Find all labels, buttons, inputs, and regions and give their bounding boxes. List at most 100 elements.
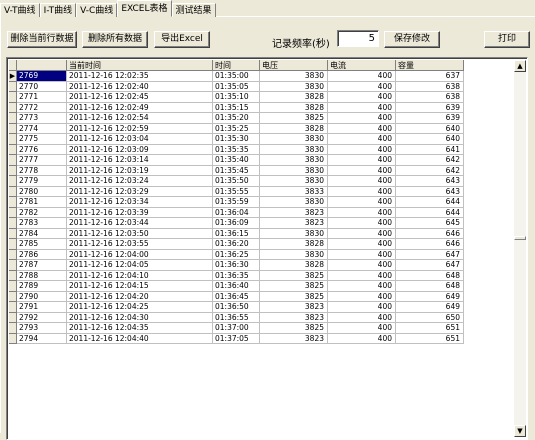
cell-voltage[interactable]: 3828 bbox=[260, 102, 328, 113]
cell-time[interactable]: 01:36:40 bbox=[213, 281, 260, 292]
cell-current-time[interactable]: 2011-12-16 12:04:25 bbox=[67, 302, 213, 313]
row-indicator[interactable] bbox=[9, 144, 17, 155]
cell-capacity[interactable]: 643 bbox=[396, 176, 464, 187]
cell-time[interactable]: 01:36:09 bbox=[213, 218, 260, 229]
cell-current[interactable]: 400 bbox=[328, 312, 396, 323]
cell-current-time[interactable]: 2011-12-16 12:02:54 bbox=[67, 113, 213, 124]
cell-voltage[interactable]: 3830 bbox=[260, 144, 328, 155]
cell-id[interactable]: 2782 bbox=[17, 207, 67, 218]
cell-current-time[interactable]: 2011-12-16 12:03:39 bbox=[67, 207, 213, 218]
cell-current-time[interactable]: 2011-12-16 12:04:20 bbox=[67, 291, 213, 302]
cell-capacity[interactable]: 638 bbox=[396, 81, 464, 92]
cell-id[interactable]: 2791 bbox=[17, 302, 67, 313]
cell-id[interactable]: 2787 bbox=[17, 260, 67, 271]
cell-current[interactable]: 400 bbox=[328, 71, 396, 82]
row-indicator[interactable] bbox=[9, 81, 17, 92]
row-indicator[interactable] bbox=[9, 239, 17, 250]
cell-current[interactable]: 400 bbox=[328, 165, 396, 176]
row-indicator[interactable] bbox=[9, 281, 17, 292]
cell-current-time[interactable]: 2011-12-16 12:03:34 bbox=[67, 197, 213, 208]
cell-capacity[interactable]: 639 bbox=[396, 113, 464, 124]
table-row[interactable]: 2775 2011-12-16 12:03:04 01:35:30 3830 400 64… bbox=[9, 134, 464, 145]
header-id[interactable] bbox=[17, 60, 67, 71]
cell-capacity[interactable]: 646 bbox=[396, 239, 464, 250]
cell-id[interactable]: 2786 bbox=[17, 249, 67, 260]
cell-current-time[interactable]: 2011-12-16 12:02:45 bbox=[67, 92, 213, 103]
cell-id[interactable]: 2792 bbox=[17, 312, 67, 323]
cell-id[interactable]: 2775 bbox=[17, 134, 67, 145]
cell-voltage[interactable]: 3823 bbox=[260, 218, 328, 229]
cell-current[interactable]: 400 bbox=[328, 176, 396, 187]
cell-capacity[interactable]: 644 bbox=[396, 197, 464, 208]
cell-capacity[interactable]: 648 bbox=[396, 270, 464, 281]
cell-time[interactable]: 01:35:10 bbox=[213, 92, 260, 103]
table-row[interactable]: 2772 2011-12-16 12:02:49 01:35:15 3828 400 63… bbox=[9, 102, 464, 113]
header-capacity[interactable]: 容量 bbox=[396, 60, 464, 71]
cell-capacity[interactable]: 649 bbox=[396, 302, 464, 313]
cell-voltage[interactable]: 3828 bbox=[260, 123, 328, 134]
cell-id[interactable]: 2790 bbox=[17, 291, 67, 302]
cell-time[interactable]: 01:35:15 bbox=[213, 102, 260, 113]
scroll-thumb[interactable] bbox=[514, 236, 526, 240]
cell-id[interactable]: 2769 bbox=[17, 71, 67, 82]
cell-voltage[interactable]: 3823 bbox=[260, 207, 328, 218]
tab-test-results[interactable]: 测试结果 bbox=[171, 3, 216, 17]
cell-voltage[interactable]: 3830 bbox=[260, 71, 328, 82]
export-excel-button[interactable]: 导出Excel bbox=[154, 31, 210, 48]
cell-capacity[interactable]: 648 bbox=[396, 281, 464, 292]
row-indicator[interactable] bbox=[9, 176, 17, 187]
cell-time[interactable]: 01:36:20 bbox=[213, 239, 260, 250]
table-row[interactable]: 2787 2011-12-16 12:04:05 01:36:30 3828 400 64… bbox=[9, 260, 464, 271]
table-row[interactable]: ▶ 2769 2011-12-16 12:02:35 01:35:00 3830 400 6… bbox=[9, 71, 464, 82]
cell-current-time[interactable]: 2011-12-16 12:02:59 bbox=[67, 123, 213, 134]
row-indicator[interactable] bbox=[9, 102, 17, 113]
row-indicator[interactable] bbox=[9, 333, 17, 344]
table-row[interactable]: 2776 2011-12-16 12:03:09 01:35:35 3830 400 64… bbox=[9, 144, 464, 155]
cell-time[interactable]: 01:35:55 bbox=[213, 186, 260, 197]
row-indicator[interactable] bbox=[9, 113, 17, 124]
table-row[interactable]: 2771 2011-12-16 12:02:45 01:35:10 3828 400 63… bbox=[9, 92, 464, 103]
cell-capacity[interactable]: 641 bbox=[396, 144, 464, 155]
cell-current-time[interactable]: 2011-12-16 12:03:24 bbox=[67, 176, 213, 187]
cell-current[interactable]: 400 bbox=[328, 302, 396, 313]
cell-voltage[interactable]: 3830 bbox=[260, 134, 328, 145]
cell-current[interactable]: 400 bbox=[328, 291, 396, 302]
cell-id[interactable]: 2773 bbox=[17, 113, 67, 124]
cell-time[interactable]: 01:35:25 bbox=[213, 123, 260, 134]
row-indicator[interactable] bbox=[9, 155, 17, 166]
cell-capacity[interactable]: 647 bbox=[396, 260, 464, 271]
cell-time[interactable]: 01:36:04 bbox=[213, 207, 260, 218]
cell-time[interactable]: 01:35:20 bbox=[213, 113, 260, 124]
cell-voltage[interactable]: 3828 bbox=[260, 239, 328, 250]
cell-capacity[interactable]: 645 bbox=[396, 218, 464, 229]
table-row[interactable]: 2774 2011-12-16 12:02:59 01:35:25 3828 400 64… bbox=[9, 123, 464, 134]
cell-time[interactable]: 01:36:35 bbox=[213, 270, 260, 281]
cell-voltage[interactable]: 3830 bbox=[260, 165, 328, 176]
cell-current-time[interactable]: 2011-12-16 12:02:40 bbox=[67, 81, 213, 92]
cell-time[interactable]: 01:36:30 bbox=[213, 260, 260, 271]
print-button[interactable]: 打印 bbox=[484, 31, 530, 48]
cell-id[interactable]: 2781 bbox=[17, 197, 67, 208]
cell-time[interactable]: 01:35:05 bbox=[213, 81, 260, 92]
cell-time[interactable]: 01:35:30 bbox=[213, 134, 260, 145]
row-indicator[interactable] bbox=[9, 270, 17, 281]
cell-id[interactable]: 2777 bbox=[17, 155, 67, 166]
row-indicator[interactable] bbox=[9, 207, 17, 218]
row-indicator[interactable] bbox=[9, 165, 17, 176]
cell-capacity[interactable]: 646 bbox=[396, 228, 464, 239]
tab-it-curve[interactable]: I-T曲线 bbox=[39, 3, 77, 17]
table-row[interactable]: 2794 2011-12-16 12:04:40 01:37:05 3823 400 65… bbox=[9, 333, 464, 344]
cell-current-time[interactable]: 2011-12-16 12:04:10 bbox=[67, 270, 213, 281]
cell-time[interactable]: 01:35:35 bbox=[213, 144, 260, 155]
cell-capacity[interactable]: 638 bbox=[396, 92, 464, 103]
cell-capacity[interactable]: 649 bbox=[396, 291, 464, 302]
row-indicator[interactable] bbox=[9, 291, 17, 302]
table-row[interactable]: 2785 2011-12-16 12:03:55 01:36:20 3828 400 64… bbox=[9, 239, 464, 250]
cell-capacity[interactable]: 651 bbox=[396, 323, 464, 334]
cell-current[interactable]: 400 bbox=[328, 123, 396, 134]
cell-current[interactable]: 400 bbox=[328, 134, 396, 145]
cell-current[interactable]: 400 bbox=[328, 281, 396, 292]
row-indicator[interactable] bbox=[9, 134, 17, 145]
tab-vc-curve[interactable]: V-C曲线 bbox=[76, 3, 118, 17]
cell-id[interactable]: 2776 bbox=[17, 144, 67, 155]
